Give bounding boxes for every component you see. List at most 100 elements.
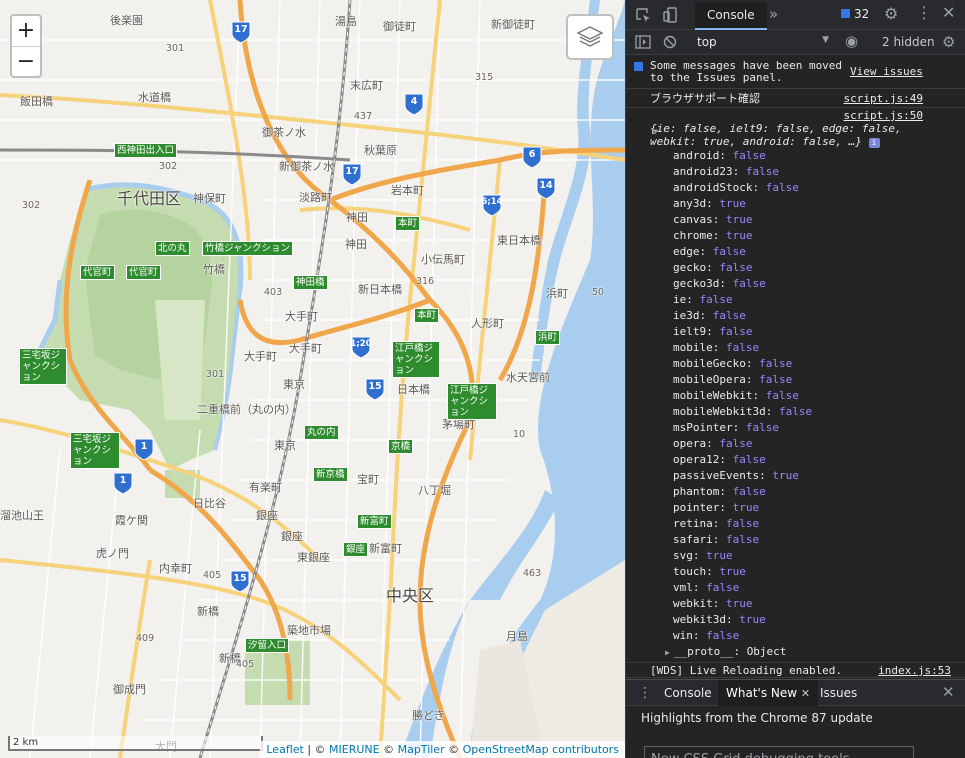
property-separator: : — [706, 437, 720, 450]
map-label: 神田 — [346, 211, 368, 224]
object-property-row: webkit: true — [673, 596, 965, 612]
property-value: false — [745, 165, 779, 178]
object-preview[interactable]: {ie: false, ielt9: false, edge: false, w… — [650, 122, 965, 148]
layers-icon — [576, 26, 604, 47]
expressway-tag: 神田橋 — [293, 275, 328, 290]
property-value: false — [706, 581, 740, 594]
property-value: true — [706, 549, 733, 562]
issue-icon — [841, 9, 850, 18]
layers-button[interactable] — [566, 14, 614, 60]
close-devtools-icon[interactable]: ✕ — [942, 5, 955, 21]
sidebar-toggle-icon[interactable] — [635, 35, 651, 52]
expand-caret-icon[interactable]: ▼ — [653, 127, 658, 136]
object-property-row: chrome: true — [673, 228, 965, 244]
map-label: 新御茶ノ水 — [279, 160, 334, 173]
maptiler-link[interactable]: MapTiler — [398, 743, 445, 756]
expressway-tag: 新富町 — [357, 514, 392, 529]
devtools-tabbar: Console » 32 ⚙ ⋮ ✕ — [626, 0, 965, 30]
leaflet-link[interactable]: Leaflet — [266, 743, 303, 756]
object-property-row: win: false — [673, 628, 965, 644]
property-separator: : — [719, 277, 733, 290]
route-shield: 17 — [231, 21, 251, 43]
expressway-tag: 丸の内 — [304, 425, 339, 440]
chevron-down-icon: ▼ — [822, 35, 829, 45]
property-value: true — [726, 229, 753, 242]
property-separator: : — [706, 261, 720, 274]
source-link[interactable]: script.js:50 — [844, 109, 923, 122]
more-tabs-chevron-icon[interactable]: » — [769, 7, 778, 22]
property-key: svg — [673, 549, 693, 562]
expressway-tag: 銀座 — [343, 542, 369, 557]
route-shield: 4 — [404, 93, 424, 115]
property-value: false — [759, 357, 793, 370]
object-property-row: edge: false — [673, 244, 965, 260]
attribution-separator: | © — [303, 743, 330, 756]
map-label: 岩本町 — [391, 184, 424, 197]
map-label: 虎ノ門 — [96, 547, 129, 560]
object-property-row: android23: false — [673, 164, 965, 180]
kebab-menu-icon[interactable]: ⋮ — [916, 5, 932, 21]
close-tab-icon[interactable]: ✕ — [801, 687, 810, 700]
property-key: pointer — [673, 501, 720, 514]
property-value: true — [726, 597, 753, 610]
object-preview-text: {ie: false, ielt9: false, edge: false, w… — [650, 122, 902, 148]
source-link[interactable]: script.js:49 — [844, 89, 923, 108]
map-label: 八丁堀 — [418, 484, 451, 497]
tab-console[interactable]: Console — [695, 2, 767, 30]
property-separator: : — [732, 165, 746, 178]
close-drawer-icon[interactable]: ✕ — [942, 685, 955, 700]
property-key: msPointer — [673, 421, 733, 434]
drawer-tab-issues[interactable]: Issues — [812, 680, 865, 706]
route-number: 403 — [264, 287, 283, 298]
property-key: android — [673, 149, 720, 162]
settings-gear-icon[interactable]: ⚙ — [884, 6, 898, 22]
property-key: opera — [673, 437, 707, 450]
route-shield: 6 — [522, 146, 542, 168]
proto-row[interactable]: ▶ __proto__: Object — [626, 644, 965, 660]
property-separator: : — [692, 549, 707, 562]
object-property-row: touch: true — [673, 564, 965, 580]
zoom-out-button[interactable]: − — [12, 46, 40, 76]
property-key: android23 — [673, 165, 733, 178]
console-settings-gear-icon[interactable]: ⚙ — [942, 35, 955, 50]
osm-link[interactable]: OpenStreetMap contributors — [463, 743, 619, 756]
map-view[interactable]: 千代田区 中央区 後楽園 水道橋 飯田橋 湯島 御徒町 新御徒町 末広町 御茶ノ… — [0, 0, 625, 758]
property-separator: : — [712, 229, 726, 242]
object-property-row: gecko: false — [673, 260, 965, 276]
live-expression-eye-icon[interactable]: ◉ — [845, 34, 858, 49]
expressway-tag: 本町 — [414, 308, 440, 323]
feature-teaser[interactable]: New CSS Grid debugging tools — [644, 746, 914, 758]
object-property-row: passiveEvents: true — [673, 468, 965, 484]
device-toolbar-icon[interactable] — [663, 7, 677, 26]
view-issues-link[interactable]: View issues — [850, 66, 923, 78]
property-key: opera12 — [673, 453, 720, 466]
map-label: 後楽園 — [110, 14, 143, 27]
map-label: 秋葉原 — [364, 144, 397, 157]
property-value: false — [726, 533, 760, 546]
map-label: 御徒町 — [383, 20, 416, 33]
issues-badge[interactable]: 32 — [841, 7, 869, 21]
property-key: edge — [673, 245, 700, 258]
route-number: 301 — [166, 43, 185, 54]
drawer-tab-console[interactable]: Console — [656, 680, 720, 706]
map-label: 飯田橋 — [20, 95, 53, 108]
console-log-row: [WDS] Live Reloading enabled. index.js:5… — [626, 662, 965, 678]
map-label: 新御徒町 — [491, 18, 535, 31]
mierune-link[interactable]: MIERUNE — [329, 743, 380, 756]
route-number: 409 — [136, 633, 155, 644]
drawer-menu-icon[interactable]: ⋮ — [638, 686, 652, 700]
map-label: 東銀座 — [297, 551, 330, 564]
clear-console-icon[interactable] — [663, 35, 677, 52]
route-shield: 15 — [365, 378, 385, 400]
console-toolbar: top ▼ ◉ 2 hidden ⚙ — [626, 30, 965, 55]
source-link[interactable]: index.js:53 — [878, 663, 951, 679]
zoom-in-button[interactable]: + — [12, 16, 40, 46]
attribution-separator: © — [444, 743, 463, 756]
map-attribution: Leaflet | © MIERUNE © MapTiler © OpenStr… — [260, 741, 625, 758]
inspect-element-icon[interactable] — [636, 8, 651, 26]
context-selector[interactable]: top ▼ — [697, 35, 829, 49]
devtools-panel: Console » 32 ⚙ ⋮ ✕ top ▼ ◉ 2 hidden ⚙ Som… — [625, 0, 965, 758]
drawer-tab-whats-new[interactable]: What's New ✕ — [718, 680, 819, 706]
hidden-count[interactable]: 2 hidden — [882, 35, 935, 49]
route-shield: 1 — [134, 438, 154, 460]
